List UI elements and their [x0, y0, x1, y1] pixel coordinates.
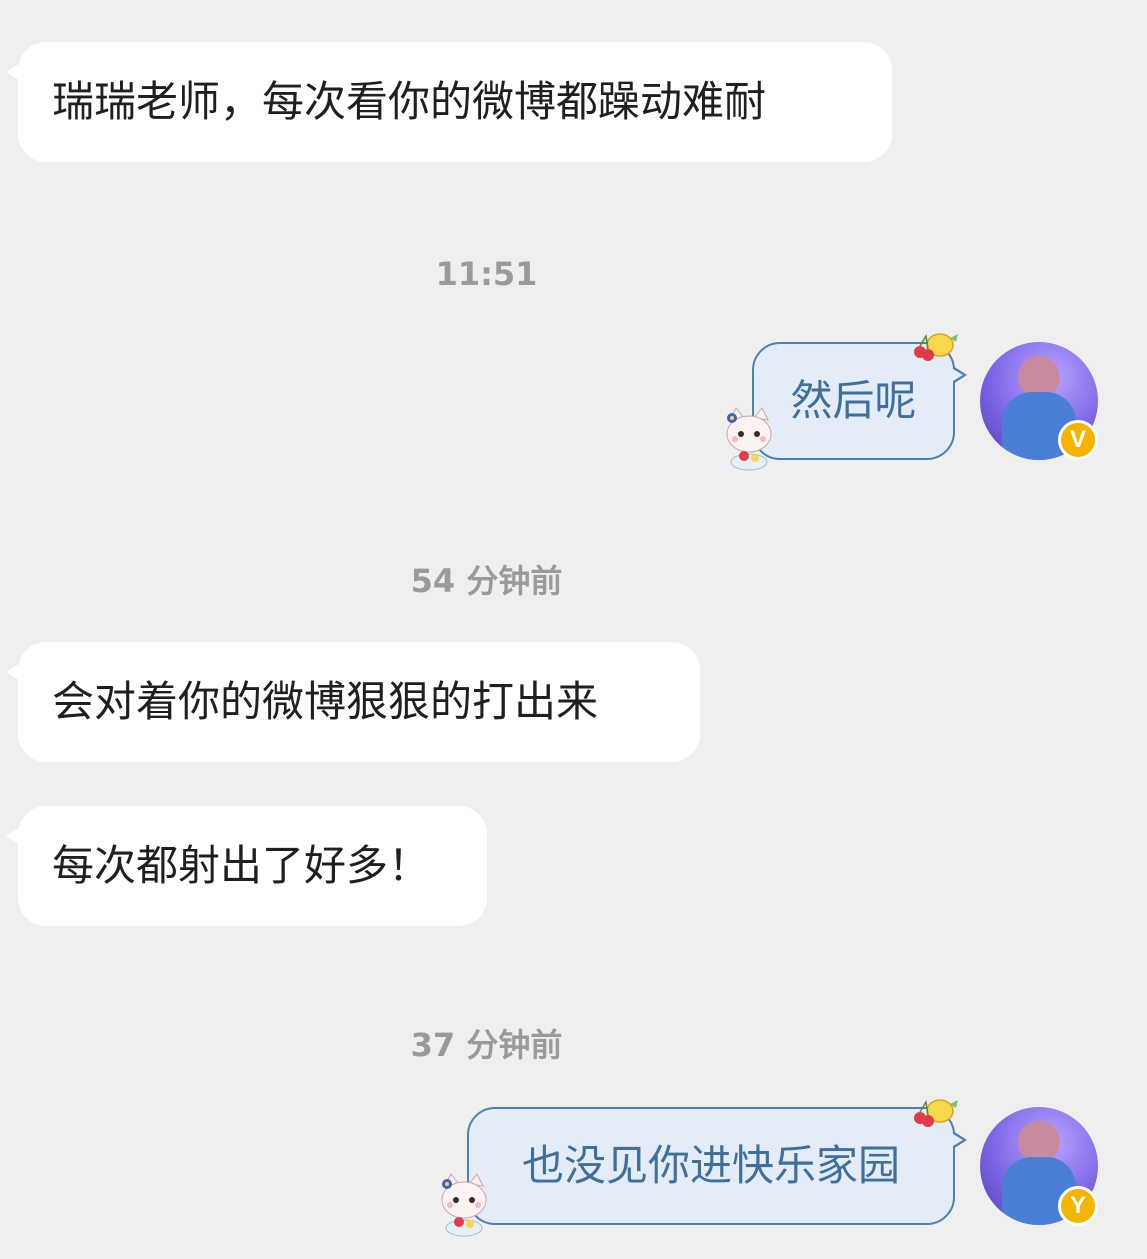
message-bubble-received[interactable]: 瑞瑞老师，每次看你的微博都躁动难耐 — [6, 42, 892, 162]
message-text: 会对着你的微博狠狠的打出来 — [52, 677, 599, 726]
timestamp: 37 分钟前 — [410, 1026, 563, 1064]
timestamp: 54 分钟前 — [410, 562, 563, 600]
message-bubble-sent[interactable]: 也没见你进快乐家园 — [467, 1107, 967, 1225]
bubble-tail — [6, 826, 22, 846]
message-text: 每次都射出了好多！ — [52, 841, 431, 890]
cherry-lemon-sticker-icon — [914, 1099, 958, 1127]
message-text: 瑞瑞老师，每次看你的微博都躁动难耐 — [52, 77, 767, 126]
timestamp: 11:51 — [435, 255, 538, 293]
message-text: 然后呢 — [790, 376, 917, 425]
verified-badge-icon: V — [1058, 420, 1098, 460]
message-text: 也没见你进快乐家园 — [521, 1141, 900, 1190]
cat-mascot-sticker-icon — [726, 407, 772, 471]
bubble-tail — [6, 62, 22, 82]
bubble-tail — [6, 662, 22, 682]
verified-badge-icon: Y — [1058, 1186, 1098, 1226]
cherry-lemon-sticker-icon — [914, 333, 958, 361]
message-bubble-received[interactable]: 每次都射出了好多！ — [6, 806, 487, 926]
message-bubble-received[interactable]: 会对着你的微博狠狠的打出来 — [6, 642, 700, 762]
cat-mascot-sticker-icon — [441, 1173, 487, 1237]
